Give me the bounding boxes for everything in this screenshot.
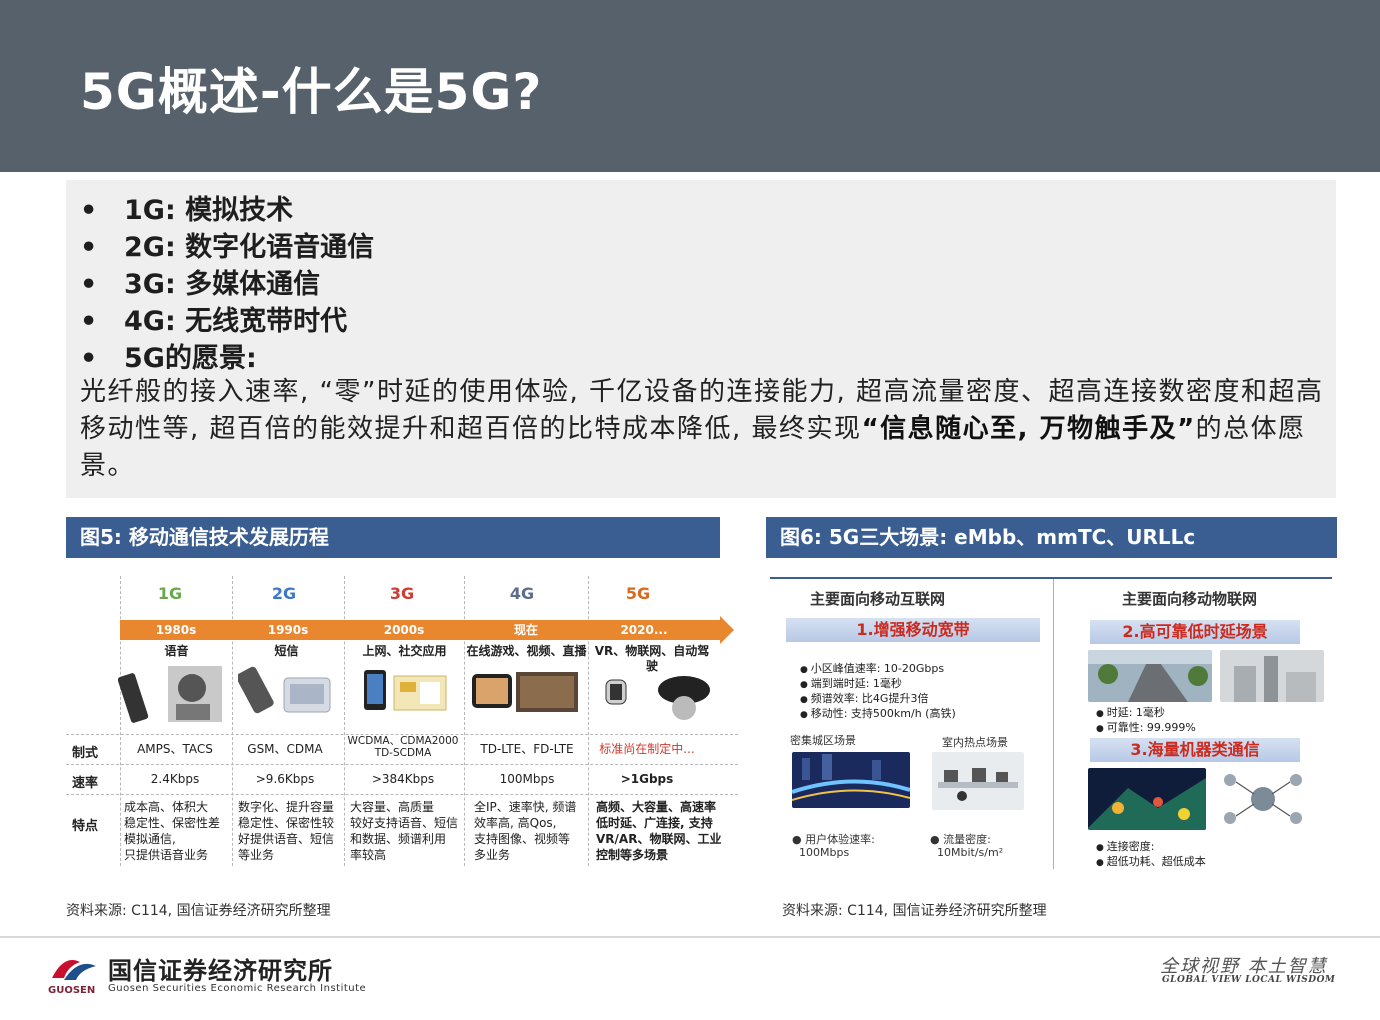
tablet-video-image xyxy=(468,664,582,724)
app-label: 语音 xyxy=(114,644,239,659)
gen-5g-heading: 5G xyxy=(588,584,688,603)
gen-1g-heading: 1G xyxy=(120,584,220,603)
vision-paragraph: 光纤般的接入速率, “零”时延的使用体验, 千亿设备的连接能力, 超高流量密度、… xyxy=(80,374,1330,485)
flip-phone-image xyxy=(238,664,338,724)
features-2g: 数字化、提升容量 稳定性、保密性较 好提供语音、短信 等业务 xyxy=(238,799,354,863)
slogan-en: GLOBAL VIEW LOCAL WISDOM xyxy=(1162,975,1335,985)
rate-cell: 2.4Kbps xyxy=(116,772,234,786)
right-column-heading: 主要面向移动物联网 xyxy=(1122,588,1257,609)
standard-cell: WCDMA、CDMA2000 TD-SCDMA xyxy=(344,735,462,759)
timeline-arrow-icon xyxy=(720,616,734,644)
office-image xyxy=(932,752,1024,810)
features-4g: 全IP、速率快, 频谱 效率高, 高Qos, 支持图像、视频等 多业务 xyxy=(474,799,590,863)
bullet-5g-vision: •5G的愿景: xyxy=(80,336,374,373)
row-label-standard: 制式 xyxy=(72,742,98,761)
row-label-rate: 速率 xyxy=(72,772,98,791)
app-label: 上网、社交应用 xyxy=(342,644,467,659)
industrial-plant-image xyxy=(1220,650,1324,702)
figure6-source: 资料来源: C114, 国信证券经济研究所整理 xyxy=(782,900,1047,920)
app-label: 在线游戏、视频、直播 xyxy=(464,644,589,659)
vision-emphasis: “信息随心至, 万物触手及” xyxy=(862,414,1196,444)
scenario1-specs: 小区峰值速率: 10-20Gbps 端到端时延: 1毫秒 频谱效率: 比4G提升… xyxy=(800,662,956,722)
rate-cell-5g: >1Gbps xyxy=(588,772,706,786)
app-label: 短信 xyxy=(224,644,349,659)
highway-traffic-image xyxy=(1088,650,1212,702)
traffic-density-metric: ● 流量密度: 10Mbit/s/m² xyxy=(930,833,1003,859)
guosen-logo-icon xyxy=(50,952,98,984)
features-1g: 成本高、体积大 稳定性、保密性差 模拟通信, 只提供语音业务 xyxy=(124,799,240,863)
brick-phone-image xyxy=(118,660,228,730)
era-label: 2000s xyxy=(354,621,454,639)
standard-cell: TD-LTE、FD-LTE xyxy=(468,742,586,756)
bullet-2g: •2G: 数字化语音通信 xyxy=(80,225,374,262)
rate-cell: >384Kbps xyxy=(344,772,462,786)
slide-title: 5G概述-什么是5G? xyxy=(80,52,542,124)
figure6-scenarios: 主要面向移动互联网 主要面向移动物联网 1.增强移动宽带 小区峰值速率: 10-… xyxy=(770,574,1332,874)
row-divider xyxy=(66,764,738,765)
logo-en-short: GUOSEN xyxy=(48,985,95,996)
left-column-heading: 主要面向移动互联网 xyxy=(810,588,945,609)
slide-header: 5G概述-什么是5G? xyxy=(0,0,1380,172)
scenario3-band: 3.海量机器类通信 xyxy=(1090,738,1300,762)
rate-cell: 100Mbps xyxy=(468,772,586,786)
figure6-top-rule xyxy=(770,577,1332,579)
standard-cell-5g: 标准尚在制定中... xyxy=(588,742,706,756)
features-3g: 大容量、高质量 较好支持语音、短信 和数据、频谱利用 率较高 xyxy=(350,799,466,863)
gen-3g-heading: 3G xyxy=(352,584,452,603)
bullet-1g: •1G: 模拟技术 xyxy=(80,188,374,225)
figure5-evolution-table: 1G 2G 3G 4G 5G 1980s 1990s 2000s 现在 2020… xyxy=(66,566,738,876)
era-label: 1990s xyxy=(238,621,338,639)
indoor-hotspot-label: 室内热点场景 xyxy=(942,736,1008,749)
era-label: 现在 xyxy=(476,621,576,639)
user-rate-metric: ● 用户体验速率: 100Mbps xyxy=(792,833,875,859)
bullet-3g: •3G: 多媒体通信 xyxy=(80,262,374,299)
figure6-column-divider xyxy=(1053,579,1054,869)
connected-city-image xyxy=(1088,768,1206,830)
smartphone-image xyxy=(358,664,458,724)
generation-bullet-list: •1G: 模拟技术 •2G: 数字化语音通信 •3G: 多媒体通信 •4G: 无… xyxy=(80,188,374,373)
company-name-en: Guosen Securities Economic Research Inst… xyxy=(108,983,366,994)
company-name-cn: 国信证券经济研究所 xyxy=(108,951,333,986)
scenario3-specs: 连接密度: 超低功耗、超低成本 xyxy=(1096,840,1206,870)
era-label: 2020... xyxy=(594,621,694,639)
scenario1-band: 1.增强移动宽带 xyxy=(786,618,1040,642)
era-label: 1980s xyxy=(126,621,226,639)
standard-cell: GSM、CDMA xyxy=(226,742,344,756)
figure5-title: 图5: 移动通信技术发展历程 xyxy=(66,517,720,558)
city-highway-image xyxy=(792,752,910,808)
scenario2-band: 2.高可靠低时延场景 xyxy=(1090,620,1300,644)
dense-urban-label: 密集城区场景 xyxy=(790,734,856,747)
features-5g: 高频、大容量、高速率 低时延、广连接, 支持 VR/AR、物联网、工业 控制等多… xyxy=(596,799,736,863)
figure6-title: 图6: 5G三大场景: eMbb、mmTC、URLLc xyxy=(766,517,1337,558)
gen-2g-heading: 2G xyxy=(234,584,334,603)
bullet-4g: •4G: 无线宽带时代 xyxy=(80,299,374,336)
row-divider xyxy=(66,794,738,795)
device-network-image xyxy=(1218,770,1308,828)
standard-cell: AMPS、TACS xyxy=(116,742,234,756)
figure5-source: 资料来源: C114, 国信证券经济研究所整理 xyxy=(66,900,331,920)
footer-divider xyxy=(0,936,1380,938)
scenario2-specs: 时延: 1毫秒 可靠性: 99.999% xyxy=(1096,706,1196,736)
rate-cell: >9.6Kbps xyxy=(226,772,344,786)
row-label-features: 特点 xyxy=(72,815,98,834)
vr-headset-image xyxy=(600,664,720,724)
gen-4g-heading: 4G xyxy=(472,584,572,603)
